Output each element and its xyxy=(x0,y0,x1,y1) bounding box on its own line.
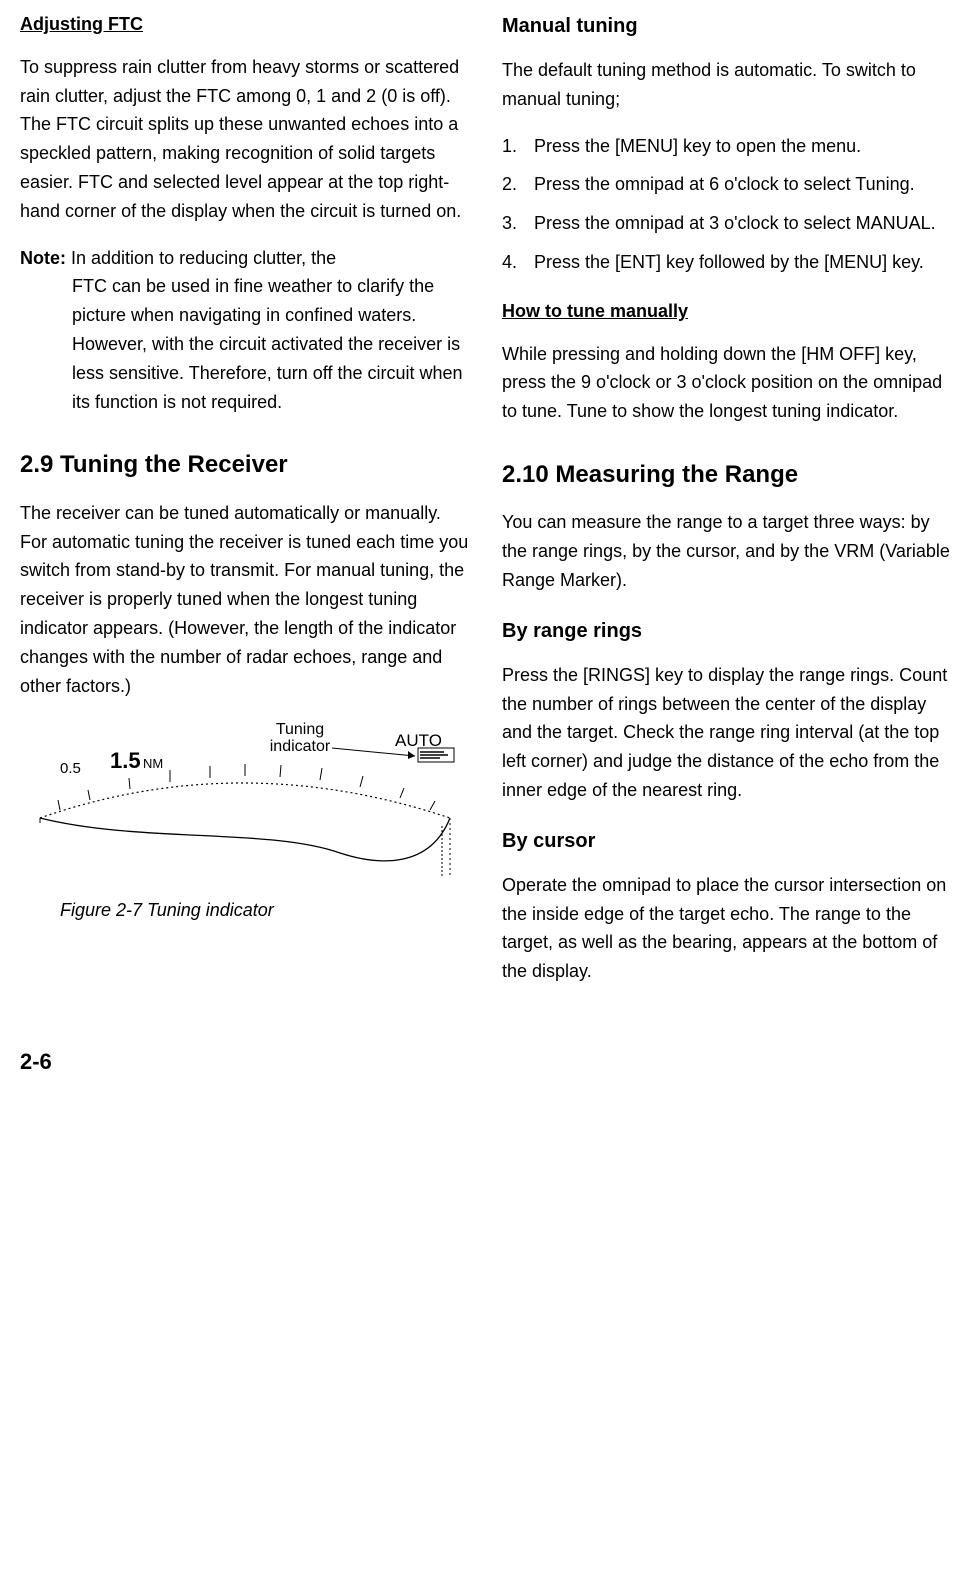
heading-by-range-rings: By range rings xyxy=(502,615,954,647)
figure-caption: Figure 2-7 Tuning indicator xyxy=(20,896,472,925)
heading-adjusting-ftc: Adjusting FTC xyxy=(20,10,472,39)
paragraph-2-10: You can measure the range to a target th… xyxy=(502,508,954,594)
heading-manual-tuning: Manual tuning xyxy=(502,10,954,42)
note-firstline: In addition to reducing clutter, the xyxy=(66,248,336,268)
heading-by-cursor: By cursor xyxy=(502,825,954,857)
figure-tuning-indicator: Tuning indicator AUTO 0.5 1.5 NM xyxy=(20,718,472,925)
range-label: 1.5 xyxy=(110,748,141,773)
paragraph-range-rings: Press the [RINGS] key to display the ran… xyxy=(502,661,954,805)
step-item: Press the omnipad at 3 o'clock to select… xyxy=(502,209,954,238)
paragraph-how-to-tune: While pressing and holding down the [HM … xyxy=(502,340,954,426)
page-number: 2-6 xyxy=(20,1044,954,1079)
note-label: Note: xyxy=(20,248,66,268)
steps-list: Press the [MENU] key to open the menu. P… xyxy=(502,132,954,277)
tuning-label-2: indicator xyxy=(270,738,331,755)
left-column: Adjusting FTC To suppress rain clutter f… xyxy=(20,10,472,1004)
heading-2-9: 2.9 Tuning the Receiver xyxy=(20,446,472,484)
step-item: Press the [ENT] key followed by the [MEN… xyxy=(502,248,954,277)
paragraph-manual-intro: The default tuning method is automatic. … xyxy=(502,56,954,114)
note-body: FTC can be used in fine weather to clari… xyxy=(20,272,472,416)
heading-how-to-tune: How to tune manually xyxy=(502,297,954,326)
paragraph-2-9: The receiver can be tuned automatically … xyxy=(20,499,472,701)
paragraph-ftc: To suppress rain clutter from heavy stor… xyxy=(20,53,472,226)
step-item: Press the [MENU] key to open the menu. xyxy=(502,132,954,161)
right-column: Manual tuning The default tuning method … xyxy=(502,10,954,1004)
interval-label: 0.5 xyxy=(60,760,81,777)
note-block: Note: In addition to reducing clutter, t… xyxy=(20,244,472,417)
tuning-label-1: Tuning xyxy=(276,721,324,738)
heading-2-10: 2.10 Measuring the Range xyxy=(502,456,954,494)
range-unit: NM xyxy=(143,756,163,771)
auto-label: AUTO xyxy=(395,731,442,750)
paragraph-cursor: Operate the omnipad to place the cursor … xyxy=(502,871,954,986)
step-item: Press the omnipad at 6 o'clock to select… xyxy=(502,170,954,199)
tuning-indicator-svg: Tuning indicator AUTO 0.5 1.5 NM xyxy=(20,718,460,888)
